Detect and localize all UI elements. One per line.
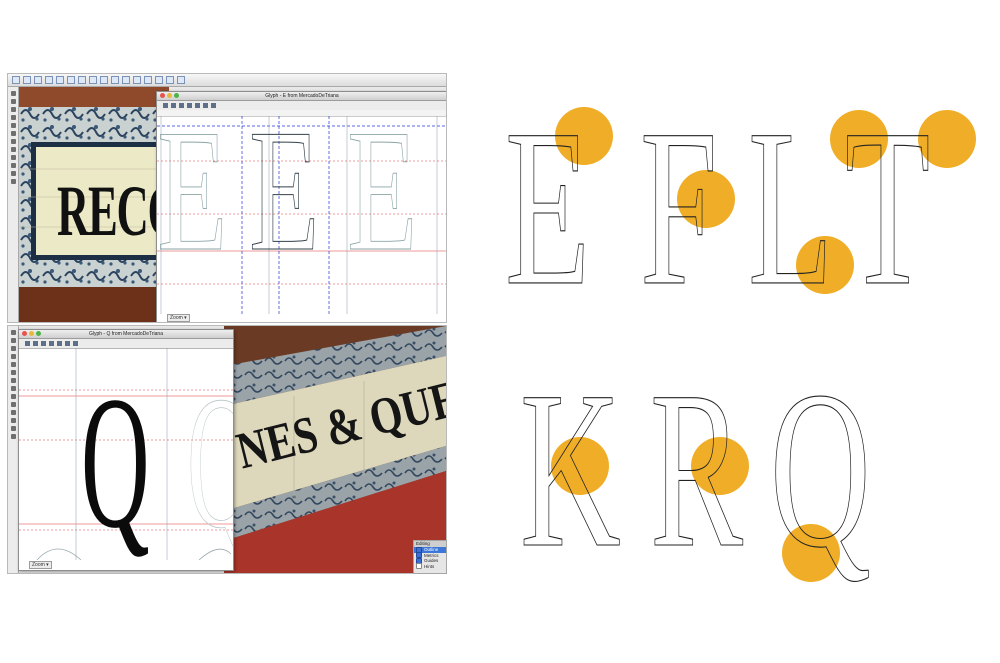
pen-icon[interactable]: [171, 103, 176, 108]
cut-icon[interactable]: [45, 76, 53, 84]
ellipse-tool-icon[interactable]: [10, 139, 16, 144]
pointer-tool-icon[interactable]: [10, 91, 16, 96]
grid-icon[interactable]: [122, 76, 130, 84]
glyph-outline-e-2[interactable]: E: [249, 116, 320, 288]
align-icon[interactable]: [177, 76, 185, 84]
zoom-control-q[interactable]: Zoom ▾: [29, 561, 52, 569]
glyph-canvas-q[interactable]: Q Q: [19, 348, 233, 560]
outline-row-2: K R Q: [520, 345, 872, 590]
rotate-tool-icon[interactable]: [10, 155, 16, 160]
open-icon[interactable]: [23, 76, 31, 84]
scale-tool-icon[interactable]: [10, 402, 16, 407]
ellipse-tool-icon[interactable]: [10, 378, 16, 383]
rect-tool-icon[interactable]: [10, 370, 16, 375]
minimize-window-icon[interactable]: [29, 331, 34, 336]
outline-letter-f: F: [640, 90, 718, 332]
pen-tool-icon[interactable]: [10, 338, 16, 343]
close-window-icon[interactable]: [22, 331, 27, 336]
outline-letter-l: L: [748, 90, 833, 332]
hand-tool-icon[interactable]: [10, 115, 16, 120]
option-hints[interactable]: Hints: [414, 563, 446, 570]
rotate-tool-icon[interactable]: [10, 394, 16, 399]
text-tool-icon[interactable]: [10, 171, 16, 176]
glyph-window-e: Glyph - E from MercadoDeTriana E E E Zoo…: [156, 91, 447, 322]
sign-text: RECO: [57, 171, 169, 251]
metrics-icon[interactable]: [100, 76, 108, 84]
curve-icon[interactable]: [179, 103, 184, 108]
glyph-window-q: Glyph - Q from MercadoDeTriana Q Q Zoom: [18, 329, 234, 571]
zoom-window-icon[interactable]: [36, 331, 41, 336]
flip-icon[interactable]: [166, 76, 174, 84]
minimize-window-icon[interactable]: [167, 93, 172, 98]
eraser-tool-icon[interactable]: [10, 418, 16, 423]
copy-icon[interactable]: [56, 76, 64, 84]
pen-tool-icon[interactable]: [10, 99, 16, 104]
pointer-tool-icon[interactable]: [10, 330, 16, 335]
corner-tool-icon[interactable]: [10, 434, 16, 439]
glyph-outline-e-1: E: [157, 116, 228, 288]
text-tool-icon[interactable]: [10, 410, 16, 415]
glyph-window-title: Glyph - E from MercadoDeTriana: [157, 92, 446, 101]
paste-icon[interactable]: [67, 76, 75, 84]
scale-tool-icon[interactable]: [10, 163, 16, 168]
checkbox-icon[interactable]: [416, 563, 422, 570]
zoom-tool-icon[interactable]: [10, 362, 16, 367]
display-options-panel: Editing Outline Metrics Guides Hints: [413, 540, 447, 574]
pointer-icon[interactable]: [25, 341, 30, 346]
glyph-outline-e-3: E: [347, 116, 418, 288]
knife-tool-icon[interactable]: [10, 346, 16, 351]
screenshot-q-editor: NES & QUE Glyph - Q from MercadoDeTriana: [7, 325, 447, 574]
sign-photo: RECO: [19, 87, 169, 322]
kerning-icon[interactable]: [111, 76, 119, 84]
curve-icon[interactable]: [41, 341, 46, 346]
preview-icon[interactable]: [133, 76, 141, 84]
save-icon[interactable]: [34, 76, 42, 84]
eraser-tool-icon[interactable]: [10, 179, 16, 184]
rotate-icon[interactable]: [155, 76, 163, 84]
outline-letter-r: R: [650, 345, 743, 590]
sign-photo-2: NES & QUE: [224, 326, 446, 573]
measure-tool-icon[interactable]: [10, 147, 16, 152]
ruler-icon[interactable]: [211, 103, 216, 108]
rect-tool-icon[interactable]: [10, 131, 16, 136]
outline-letter-e: E: [505, 90, 590, 332]
redo-icon[interactable]: [89, 76, 97, 84]
knife-icon[interactable]: [65, 341, 70, 346]
zoom-window-icon[interactable]: [174, 93, 179, 98]
close-window-icon[interactable]: [160, 93, 165, 98]
screenshot-e-editor: RECO Glyph - E from MercadoDeTriana E E …: [7, 73, 447, 323]
glyph-q-filled[interactable]: Q: [81, 358, 150, 560]
pointer-icon[interactable]: [163, 103, 168, 108]
measure-tool-icon[interactable]: [10, 386, 16, 391]
tangent-icon[interactable]: [195, 103, 200, 108]
sample-tool-icon[interactable]: [10, 426, 16, 431]
glyph-canvas-e[interactable]: E E E: [157, 116, 447, 314]
transform-icon[interactable]: [144, 76, 152, 84]
hand-tool-icon[interactable]: [10, 354, 16, 359]
tool-palette: [8, 87, 19, 322]
outline-letter-q: Q: [770, 345, 871, 590]
main-toolbar: [8, 74, 446, 87]
glyph-window-title-q: Glyph - Q from MercadoDeTriana: [19, 330, 233, 339]
zoom-control[interactable]: Zoom ▾: [167, 314, 190, 322]
outline-letter-t: T: [845, 90, 930, 332]
undo-icon[interactable]: [78, 76, 86, 84]
knife-icon[interactable]: [203, 103, 208, 108]
glyph-q-ghost: Q: [187, 358, 233, 560]
serif-outline-diagram: E F L T K R Q: [505, 90, 976, 590]
corner-icon[interactable]: [49, 341, 54, 346]
zoom-tool-icon[interactable]: [10, 123, 16, 128]
outline-letter-k: K: [520, 345, 621, 590]
corner-icon[interactable]: [187, 103, 192, 108]
pen-icon[interactable]: [33, 341, 38, 346]
knife-tool-icon[interactable]: [10, 107, 16, 112]
tangent-icon[interactable]: [57, 341, 62, 346]
ruler-icon[interactable]: [73, 341, 78, 346]
new-icon[interactable]: [12, 76, 20, 84]
